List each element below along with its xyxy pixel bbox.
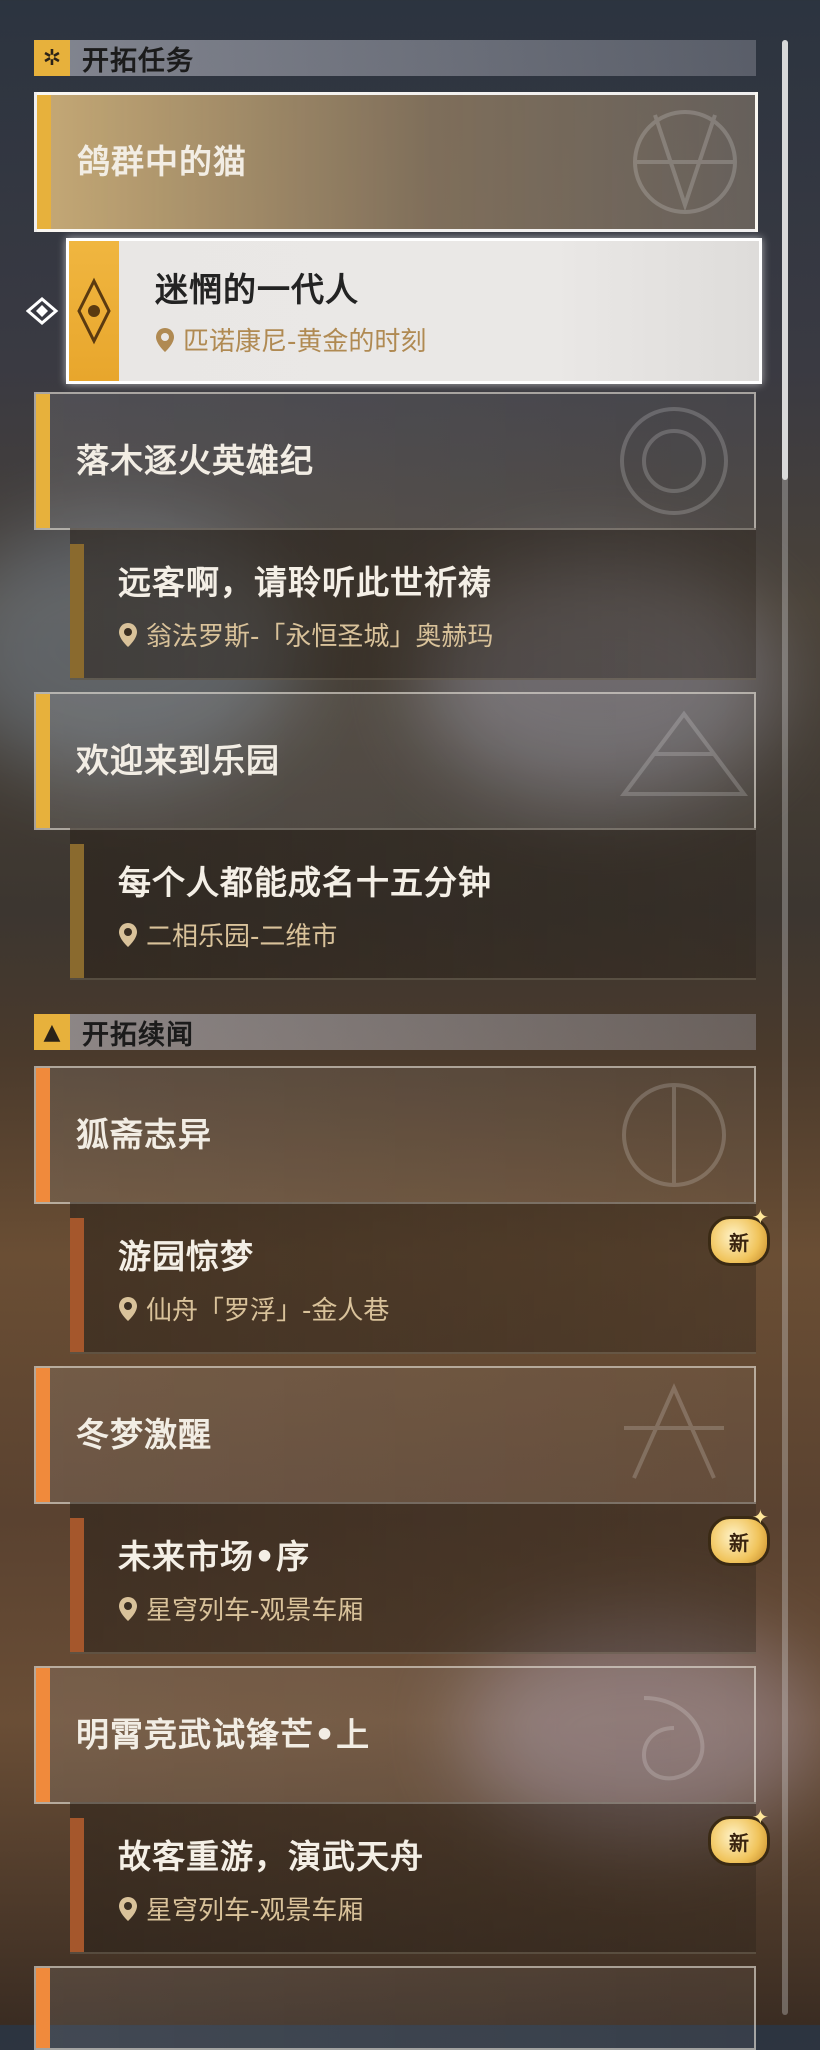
location-pin-icon — [119, 922, 137, 947]
accent-bar — [37, 95, 51, 229]
sub-accent-bar — [70, 544, 84, 678]
sub-mission-item[interactable]: 远客啊，请聆听此世祈祷 翁法罗斯-「永恒圣城」奥赫玛 — [70, 528, 756, 680]
sub-accent-bar — [70, 1818, 84, 1952]
sub-mission-location: 二相乐园-二维市 — [118, 916, 337, 953]
location-text: 二相乐园-二维市 — [146, 922, 338, 952]
mission-item-3[interactable]: 欢迎来到乐园 — [34, 692, 756, 830]
section-header-trailblaze-mission: ✲ 开拓任务 — [34, 40, 756, 77]
mission-item-5[interactable]: 冬梦激醒 — [34, 1366, 756, 1504]
mission-item-7-partial[interactable] — [34, 1966, 756, 2050]
accent-bar — [36, 394, 50, 528]
trailblaze-mission-icon: ✲ — [34, 40, 70, 76]
sparkle-icon: ✦ — [752, 1205, 769, 1229]
trailblaze-continuance-icon: ▲ — [34, 1014, 70, 1050]
mission-title: 鸽群中的猫 — [77, 142, 247, 181]
emblem-icon — [642, 1696, 705, 1781]
sub-mission-item[interactable]: 每个人都能成名十五分钟 二相乐园-二维市 — [70, 828, 756, 980]
scrollbar-thumb[interactable] — [782, 40, 788, 480]
mission-badge-icon — [69, 241, 119, 381]
location-pin-icon — [119, 1896, 137, 1921]
sub-mission-item[interactable]: 故客重游，演武天舟 星穹列车-观景车厢 — [70, 1802, 756, 1954]
accent-bar — [36, 694, 50, 828]
sub-mission-location: 仙舟「罗浮」-金人巷 — [118, 1290, 389, 1327]
sub-mission-item[interactable]: 游园惊梦 仙舟「罗浮」-金人巷 — [70, 1202, 756, 1354]
mission-title: 欢迎来到乐园 — [76, 741, 280, 780]
accent-bar — [36, 1368, 50, 1502]
sub-mission-item[interactable]: 未来市场•序 星穹列车-观景车厢 — [70, 1502, 756, 1654]
location-pin-icon — [119, 1596, 137, 1621]
sub-mission-name: 游园惊梦 — [118, 1237, 254, 1276]
emblem-icon — [622, 1083, 726, 1187]
location-text: 星穹列车-观景车厢 — [146, 1896, 364, 1926]
mission-title: 狐斋志异 — [76, 1115, 212, 1154]
sub-mission-name: 远客啊，请聆听此世祈祷 — [118, 563, 492, 602]
mission-title: 明霄竞武试锋芒•上 — [76, 1715, 371, 1754]
sub-mission-name: 迷惘的一代人 — [155, 270, 359, 309]
emblem-icon — [624, 1383, 724, 1479]
mission-item-6[interactable]: 明霄竞武试锋芒•上 — [34, 1666, 756, 1804]
section-title: 开拓续闻 — [82, 1019, 194, 1051]
mission-title: 落木逐火英雄纪 — [76, 441, 314, 480]
location-text: 翁法罗斯-「永恒圣城」奥赫玛 — [146, 622, 494, 652]
sub-mission-name: 未来市场•序 — [118, 1537, 311, 1576]
emblem-icon — [620, 407, 728, 515]
mission-item-1[interactable]: 鸽群中的猫 — [34, 92, 758, 232]
section-header-trailblaze-continuance: ▲ 开拓续闻 — [34, 1014, 756, 1051]
sub-accent-bar — [70, 1518, 84, 1652]
location-pin-icon — [119, 1296, 137, 1321]
sub-mission-location: 匹诺康尼-黄金的时刻 — [155, 321, 426, 358]
sparkle-icon: ✦ — [752, 1805, 769, 1829]
sub-mission-location: 翁法罗斯-「永恒圣城」奥赫玛 — [118, 616, 493, 653]
sub-mission-name: 故客重游，演武天舟 — [118, 1837, 424, 1876]
emblem-icon — [620, 710, 748, 796]
section-title: 开拓任务 — [82, 45, 194, 77]
sub-accent-bar — [70, 844, 84, 978]
mission-item-2[interactable]: 落木逐火英雄纪 — [34, 392, 756, 530]
accent-bar — [36, 1968, 50, 2048]
sub-accent-bar — [70, 1218, 84, 1352]
emblem-icon — [633, 110, 737, 214]
sub-mission-selected[interactable]: 迷惘的一代人 匹诺康尼-黄金的时刻 — [66, 238, 762, 384]
location-pin-icon — [156, 327, 174, 352]
sub-mission-name: 每个人都能成名十五分钟 — [118, 863, 492, 902]
accent-bar — [36, 1668, 50, 1802]
location-text: 星穹列车-观景车厢 — [146, 1596, 364, 1626]
location-text: 仙舟「罗浮」-金人巷 — [146, 1296, 390, 1326]
location-pin-icon — [119, 622, 137, 647]
sub-mission-location: 星穹列车-观景车厢 — [118, 1590, 363, 1627]
mission-title: 冬梦激醒 — [76, 1415, 212, 1454]
sub-mission-location: 星穹列车-观景车厢 — [118, 1890, 363, 1927]
accent-bar — [36, 1068, 50, 1202]
location-text: 匹诺康尼-黄金的时刻 — [183, 327, 427, 357]
sparkle-icon: ✦ — [752, 1505, 769, 1529]
selection-cursor-icon — [26, 297, 59, 325]
mission-item-4[interactable]: 狐斋志异 — [34, 1066, 756, 1204]
